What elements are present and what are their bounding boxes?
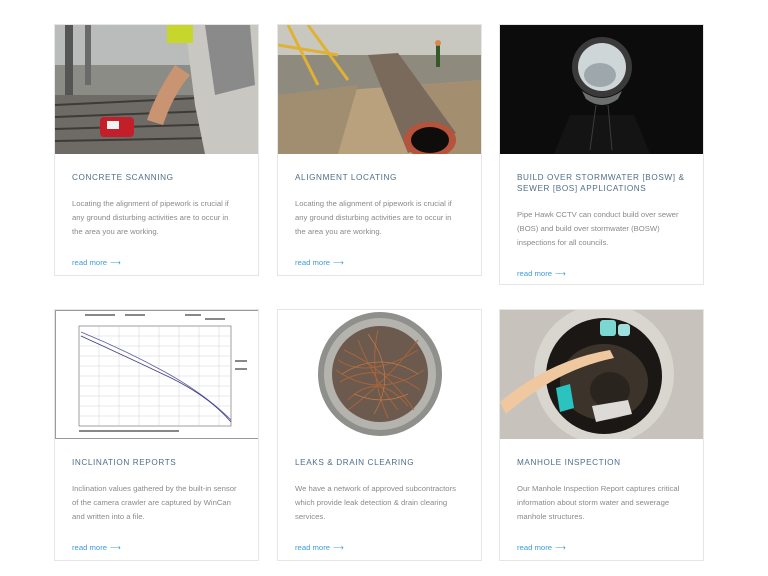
read-more-label: read more [72,542,108,552]
read-more-link[interactable]: read more ⟶ [295,258,344,267]
service-card: CONCRETE SCANNING Locating the alignment… [54,24,259,276]
stormwater-tunnel-photo[interactable] [500,25,703,154]
arrow-right-icon: ⟶ [333,257,345,267]
concrete-scanning-photo[interactable] [55,25,258,154]
read-more-link[interactable]: read more ⟶ [517,543,566,552]
card-title: ALIGNMENT LOCATING [295,173,397,182]
read-more-link[interactable]: read more ⟶ [72,258,121,267]
card-description: Locating the alignment of pipework is cr… [72,199,229,237]
card-description: We have a network of approved subcontrac… [295,484,456,522]
read-more-label: read more [517,542,553,552]
inclination-graph-image[interactable] [55,310,258,439]
read-more-label: read more [295,257,331,267]
read-more-link[interactable]: read more ⟶ [72,543,121,552]
read-more-link[interactable]: read more ⟶ [295,543,344,552]
arrow-right-icon: ⟶ [555,542,567,552]
service-card: LEAKS & DRAIN CLEARING We have a network… [277,309,482,561]
read-more-label: read more [517,268,553,278]
arrow-right-icon: ⟶ [110,542,122,552]
card-description: Inclination values gathered by the built… [72,484,237,522]
card-title: MANHOLE INSPECTION [517,458,621,467]
service-card: INCLINATION REPORTS Inclination values g… [54,309,259,561]
arrow-right-icon: ⟶ [333,542,345,552]
pipe-alignment-photo[interactable] [278,25,481,154]
card-title: BUILD OVER STORMWATER [BOSW] & SEWER [BO… [517,173,685,193]
service-card: BUILD OVER STORMWATER [BOSW] & SEWER [BO… [499,24,704,285]
card-title: CONCRETE SCANNING [72,173,174,182]
arrow-right-icon: ⟶ [110,257,122,267]
service-card: MANHOLE INSPECTION Our Manhole Inspectio… [499,309,704,561]
arrow-right-icon: ⟶ [555,268,567,278]
card-description: Locating the alignment of pipework is cr… [295,199,452,237]
read-more-label: read more [72,257,108,267]
card-description: Pipe Hawk CCTV can conduct build over se… [517,210,679,248]
root-blocked-pipe-photo[interactable] [278,310,481,439]
card-description: Our Manhole Inspection Report captures c… [517,484,680,522]
service-card: ALIGNMENT LOCATING Locating the alignmen… [277,24,482,276]
card-title: INCLINATION REPORTS [72,458,177,467]
card-title: LEAKS & DRAIN CLEARING [295,458,415,467]
read-more-link[interactable]: read more ⟶ [517,269,566,278]
manhole-photo[interactable] [500,310,703,439]
read-more-label: read more [295,542,331,552]
